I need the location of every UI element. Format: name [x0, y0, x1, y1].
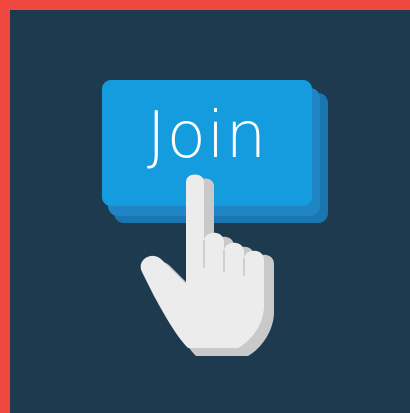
page-frame: Join	[0, 0, 410, 413]
join-button-label: Join	[146, 99, 268, 173]
join-button[interactable]: Join	[102, 80, 312, 206]
